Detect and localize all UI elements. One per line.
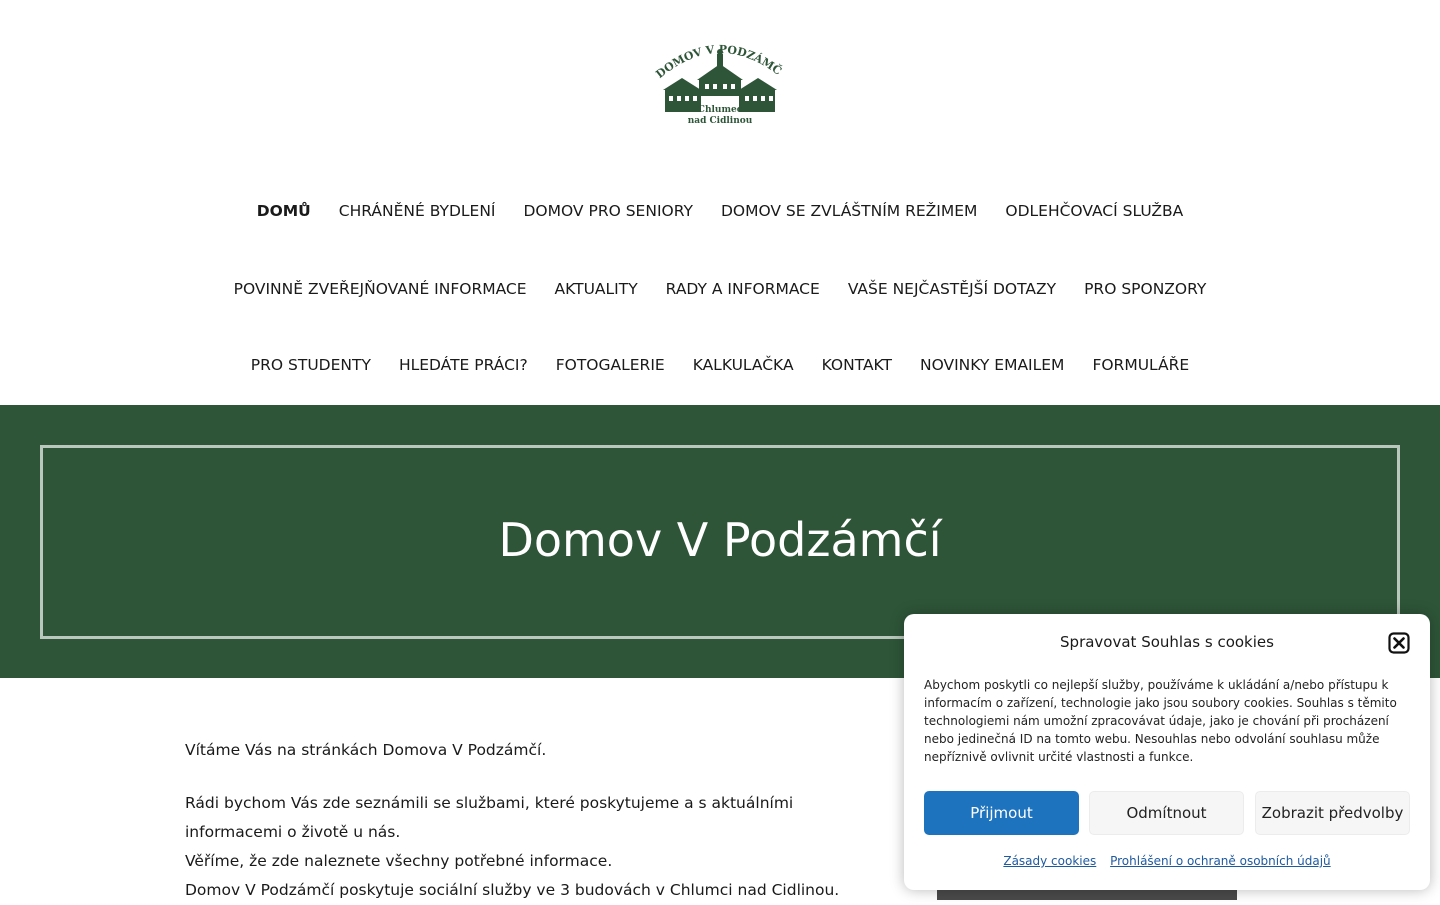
- nav-item-povinne-zverejnovane-informace[interactable]: POVINNĚ ZVEŘEJŇOVANÉ INFORMACE: [234, 280, 527, 298]
- nav-item-kontakt[interactable]: KONTAKT: [822, 356, 892, 374]
- nav-item-formulare[interactable]: FORMULÁŘE: [1092, 356, 1189, 374]
- accept-cookies-button[interactable]: Přijmout: [924, 791, 1079, 835]
- cookie-dialog-text: Abychom poskytli co nejlepší služby, pou…: [924, 678, 1397, 764]
- close-icon[interactable]: [1388, 632, 1410, 654]
- nav-item-domov-se-zvlastnim-rezimem[interactable]: DOMOV SE ZVLÁŠTNÍM REŽIMEM: [721, 202, 977, 220]
- nav-row-1: DOMŮ CHRÁNĚNÉ BYDLENÍ DOMOV PRO SENIORY …: [0, 202, 1440, 220]
- main-content: Vítáme Vás na stránkách Domova V Podzámč…: [185, 736, 865, 905]
- logo-text-line1: Chlumec: [698, 105, 743, 115]
- privacy-statement-link[interactable]: Prohlášení o ochraně osobních údajů: [1110, 854, 1331, 868]
- cookie-consent-dialog: Spravovat Souhlas s cookies Abychom posk…: [904, 614, 1430, 890]
- content-paragraph-info: Věříme, že zde naleznete všechny potřebn…: [185, 852, 613, 870]
- nav-item-fotogalerie[interactable]: FOTOGALERIE: [556, 356, 665, 374]
- content-paragraph-intro: Rádi bychom Vás zde seznámili se službam…: [185, 794, 794, 841]
- nav-item-pro-studenty[interactable]: PRO STUDENTY: [251, 356, 371, 374]
- cookie-dialog-links: Zásady cookies Prohlášení o ochraně osob…: [904, 854, 1430, 868]
- nav-row-3: PRO STUDENTY HLEDÁTE PRÁCI? FOTOGALERIE …: [0, 356, 1440, 374]
- nav-item-pro-sponzory[interactable]: PRO SPONZORY: [1084, 280, 1206, 298]
- nav-item-novinky-emailem[interactable]: NOVINKY EMAILEM: [920, 356, 1064, 374]
- site-logo[interactable]: DOMOV V PODZÁMČÍ Chlumec nad Cidlinou: [655, 38, 785, 128]
- nav-item-odlehcovaci-sluzba[interactable]: ODLEHČOVACÍ SLUŽBA: [1005, 202, 1183, 220]
- cookie-preferences-button[interactable]: Zobrazit předvolby: [1255, 791, 1410, 835]
- cookie-dialog-title: Spravovat Souhlas s cookies: [1060, 633, 1274, 651]
- nav-item-hledate-praci[interactable]: HLEDÁTE PRÁCI?: [399, 356, 528, 374]
- nav-item-rady-a-informace[interactable]: RADY A INFORMACE: [666, 280, 820, 298]
- nav-item-chranene-bydleni[interactable]: CHRÁNĚNÉ BYDLENÍ: [339, 202, 496, 220]
- cookie-policy-link[interactable]: Zásady cookies: [1003, 854, 1096, 868]
- nav-item-domov-pro-seniory[interactable]: DOMOV PRO SENIORY: [524, 202, 693, 220]
- page-title: Domov V Podzámčí: [498, 513, 942, 567]
- nav-item-domu[interactable]: DOMŮ: [257, 202, 311, 220]
- nav-item-kalkulacka[interactable]: KALKULAČKA: [693, 356, 794, 374]
- logo-text-line2: nad Cidlinou: [688, 116, 753, 126]
- content-paragraph-services: Domov V Podzámčí poskytuje sociální služ…: [185, 881, 840, 899]
- nav-item-aktuality[interactable]: AKTUALITY: [555, 280, 638, 298]
- nav-item-vase-nejcastejsi-dotazy[interactable]: VAŠE NEJČASTĚJŠÍ DOTAZY: [848, 280, 1056, 298]
- content-paragraph-welcome: Vítáme Vás na stránkách Domova V Podzámč…: [185, 741, 547, 759]
- deny-cookies-button[interactable]: Odmítnout: [1089, 791, 1244, 835]
- nav-row-2: POVINNĚ ZVEŘEJŇOVANÉ INFORMACE AKTUALITY…: [0, 280, 1440, 298]
